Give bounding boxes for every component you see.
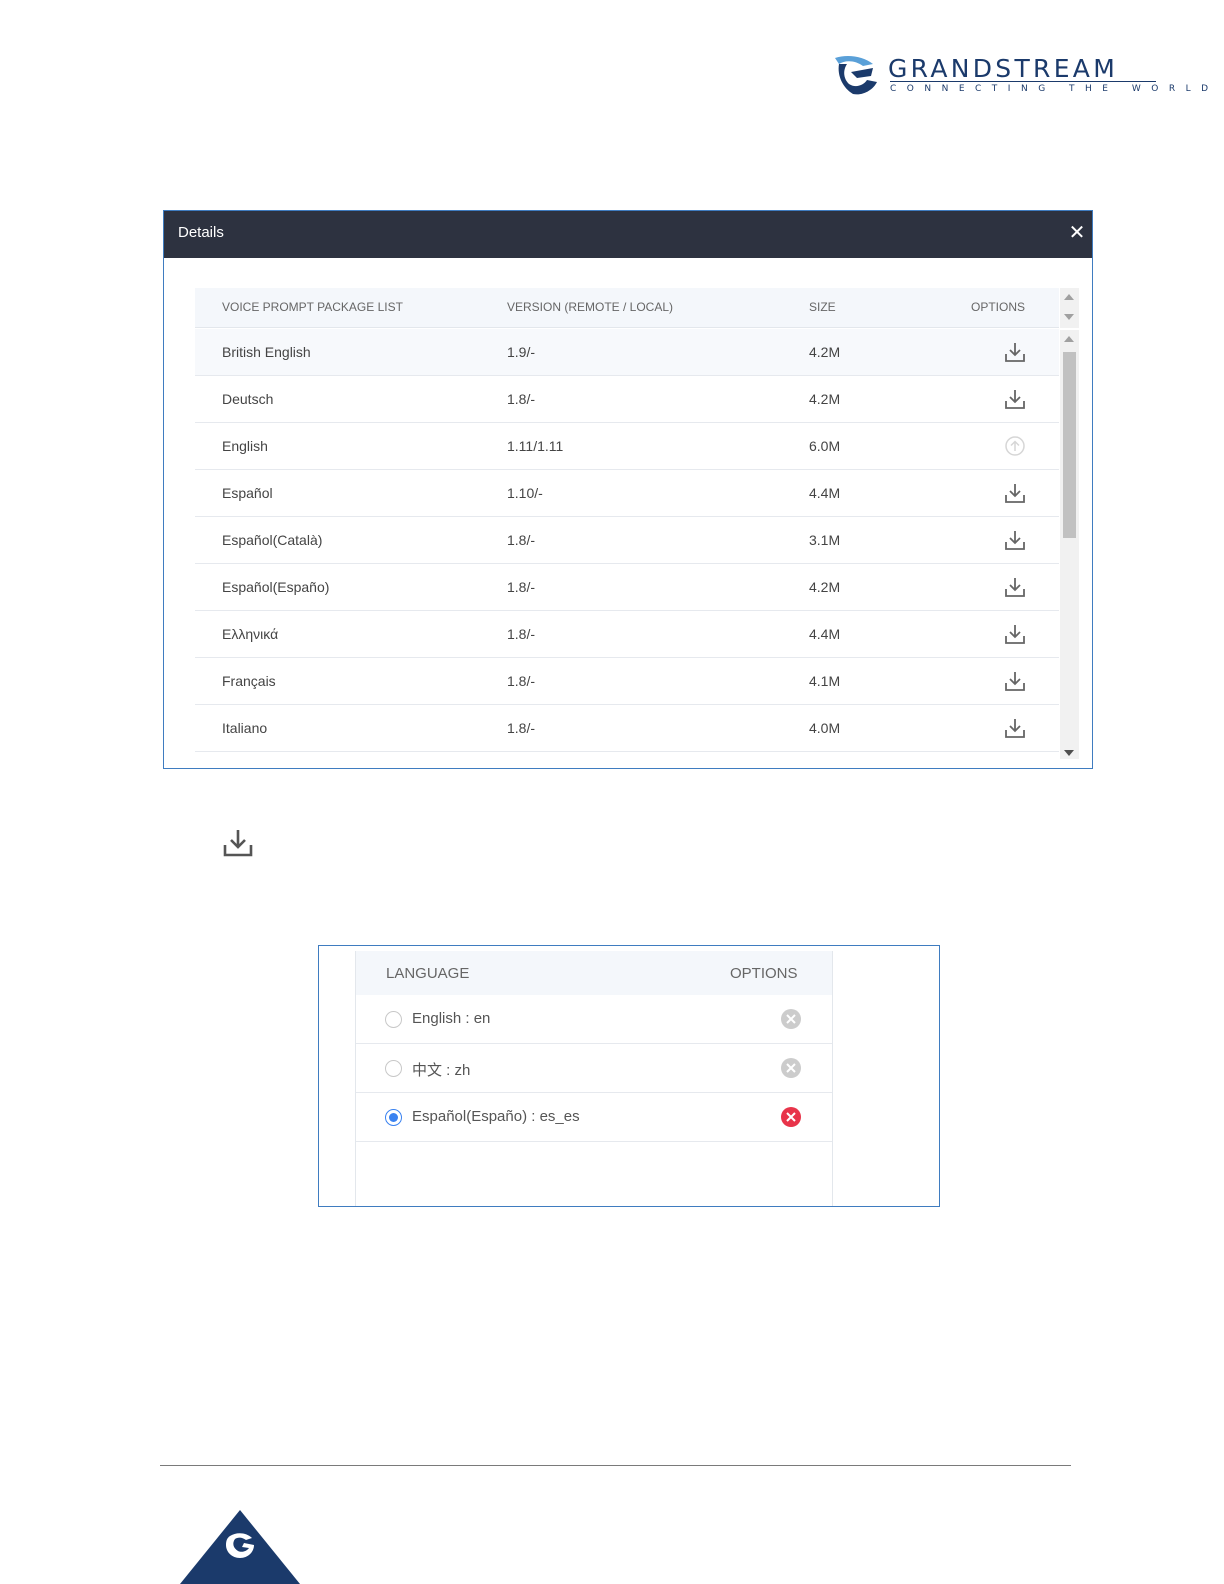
header-scrollbar[interactable] [1060, 288, 1079, 328]
scroll-up-arrow-icon[interactable] [1064, 336, 1074, 342]
package-name: Español [222, 485, 273, 501]
delete-icon[interactable] [780, 1008, 802, 1030]
language-label: English : en [412, 1010, 491, 1027]
language-label: 中文 : zh [412, 1062, 471, 1079]
download-icon[interactable] [1003, 623, 1027, 645]
delete-icon[interactable] [780, 1057, 802, 1079]
column-header-language: LANGUAGE [386, 965, 470, 982]
footer-divider [160, 1465, 1071, 1466]
package-name: British English [222, 344, 311, 360]
grandstream-logo-mark-icon [835, 56, 877, 95]
download-icon[interactable] [1003, 717, 1027, 739]
download-icon [223, 830, 253, 857]
download-icon[interactable] [1003, 482, 1027, 504]
package-name: Deutsch [222, 391, 274, 407]
table-header: VOICE PROMPT PACKAGE LIST VERSION (REMOT… [195, 288, 1059, 328]
details-dialog: Details ✕ VOICE PROMPT PACKAGE LIST VERS… [163, 210, 1093, 769]
package-version: 1.8/- [507, 720, 536, 736]
brand-tagline: CONNECTING THE WORLD [890, 84, 1219, 94]
language-radio[interactable] [385, 1011, 402, 1028]
package-name: English [222, 438, 268, 454]
package-version: 1.8/- [507, 391, 536, 407]
column-header-version: VERSION (REMOTE / LOCAL) [507, 300, 674, 314]
package-version: 1.8/- [507, 626, 536, 642]
language-radio[interactable] [385, 1109, 402, 1126]
scrollbar-thumb[interactable] [1063, 352, 1076, 538]
package-size: 4.0M [809, 720, 841, 736]
package-version: 1.8/- [507, 532, 536, 548]
table-row: Deutsch 1.8/- 4.2M [195, 376, 1059, 423]
package-name: Italiano [222, 720, 268, 736]
package-size: 4.1M [809, 673, 841, 689]
voice-prompt-table: VOICE PROMPT PACKAGE LIST VERSION (REMOT… [195, 288, 1059, 759]
column-header-options: OPTIONS [971, 300, 1026, 314]
table-row: English 1.11/1.11 6.0M [195, 423, 1059, 470]
table-row: Español(Españo) 1.8/- 4.2M [195, 564, 1059, 611]
download-icon[interactable] [1003, 529, 1027, 551]
package-size: 4.2M [809, 579, 841, 595]
column-header-package: VOICE PROMPT PACKAGE LIST [222, 300, 403, 314]
download-icon[interactable] [1003, 670, 1027, 692]
package-size: 4.4M [809, 485, 841, 501]
download-icon[interactable] [1003, 576, 1027, 598]
package-version: 1.10/- [507, 485, 543, 501]
column-header-size: SIZE [809, 300, 836, 314]
column-header-options: OPTIONS [730, 965, 798, 982]
package-name: Español(Català) [222, 532, 323, 548]
upgrade-icon[interactable] [1003, 435, 1027, 457]
language-panel: LANGUAGE OPTIONS English : en 中文 : zh Espa… [318, 945, 940, 1207]
language-row: Español(Españo) : es_es [356, 1093, 832, 1142]
package-size: 6.0M [809, 438, 841, 454]
footer-logo-icon [180, 1510, 300, 1584]
language-table-header: LANGUAGE OPTIONS [356, 951, 832, 995]
dialog-title: Details [178, 224, 224, 241]
table-row: Italiano 1.8/- 4.0M [195, 705, 1059, 752]
package-size: 4.2M [809, 344, 841, 360]
close-icon[interactable]: ✕ [1068, 221, 1086, 245]
language-radio[interactable] [385, 1060, 402, 1077]
scroll-up-arrow-icon[interactable] [1064, 294, 1074, 300]
package-name: Français [222, 673, 276, 689]
table-row: Español 1.10/- 4.4M [195, 470, 1059, 517]
brand-divider [890, 81, 1156, 82]
package-version: 1.9/- [507, 344, 536, 360]
download-icon[interactable] [1003, 341, 1027, 363]
download-icon[interactable] [1003, 388, 1027, 410]
table-row: Français 1.8/- 4.1M [195, 658, 1059, 705]
scroll-down-arrow-icon[interactable] [1064, 750, 1074, 756]
package-size: 3.1M [809, 532, 841, 548]
package-size: 4.2M [809, 391, 841, 407]
package-name: Ελληνικά [222, 626, 279, 642]
language-label: Español(Españo) : es_es [412, 1108, 580, 1125]
brand-name: GRANDSTREAM [888, 54, 1119, 83]
package-name: Español(Españo) [222, 579, 330, 595]
package-size: 4.4M [809, 626, 841, 642]
table-row: Ελληνικά 1.8/- 4.4M [195, 611, 1059, 658]
package-version: 1.11/1.11 [507, 438, 564, 454]
table-row: British English 1.9/- 4.2M [195, 329, 1059, 376]
language-row: English : en [356, 995, 832, 1044]
scroll-down-arrow-icon[interactable] [1064, 314, 1074, 320]
grandstream-logo: GRANDSTREAM CONNECTING THE WORLD [833, 54, 1208, 98]
package-version: 1.8/- [507, 673, 536, 689]
table-scrollbar[interactable] [1060, 330, 1079, 759]
table-row: Español(Català) 1.8/- 3.1M [195, 517, 1059, 564]
package-version: 1.8/- [507, 579, 536, 595]
delete-icon[interactable] [780, 1106, 802, 1128]
language-table: LANGUAGE OPTIONS English : en 中文 : zh Espa… [355, 951, 833, 1206]
dialog-header: Details ✕ [164, 211, 1092, 258]
language-row: 中文 : zh [356, 1044, 832, 1093]
